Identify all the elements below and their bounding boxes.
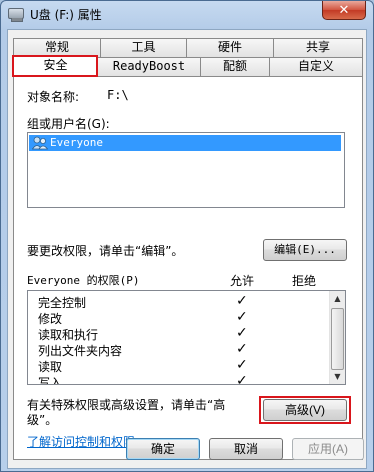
tab-general[interactable]: 常规 [13, 38, 101, 57]
window-title: U盘 (F:) 属性 [30, 8, 102, 22]
permission-name: 写入 [38, 376, 63, 385]
permission-row: 完全控制 [38, 294, 86, 311]
permission-name: 列出文件夹内容 [38, 344, 123, 358]
permission-name: 读取和执行 [38, 328, 99, 342]
tab-customize[interactable]: 自定义 [269, 57, 363, 76]
tab-security[interactable]: 安全 [13, 56, 98, 77]
close-button[interactable]: ✕ [322, 1, 366, 20]
scroll-thumb[interactable] [331, 308, 344, 370]
tab-readyboost[interactable]: ReadyBoost [97, 57, 201, 76]
allow-check-icon: ✓ [236, 309, 248, 325]
ok-button[interactable]: 确定 [126, 438, 200, 460]
security-panel: 对象名称: F:\ 组或用户名(G): Everyone 要更改权限，请单击“编… [13, 76, 363, 460]
tab-label: 常规 [44, 40, 69, 54]
properties-dialog: U盘 (F:) 属性 ✕ 常规 工具 硬件 共享 ReadyBoost 配额 自… [0, 0, 374, 472]
allow-check-icon: ✓ [236, 341, 248, 357]
edit-button[interactable]: 编辑(E)... [263, 239, 347, 261]
allow-check-icon: ✓ [236, 357, 248, 373]
tab-label: 自定义 [297, 59, 334, 73]
group-users-label: 组或用户名(G): [27, 117, 110, 131]
permission-row: 读取 [38, 358, 62, 375]
object-name-label: 对象名称: [27, 90, 80, 104]
permission-row: 修改 [38, 310, 62, 327]
cancel-button[interactable]: 取消 [209, 438, 283, 460]
tab-label: 工具 [131, 40, 156, 54]
permission-name: 修改 [38, 312, 63, 326]
tab-tools[interactable]: 工具 [100, 38, 187, 57]
tab-label: ReadyBoost [112, 59, 186, 73]
permission-row: 列出文件夹内容 [38, 342, 122, 359]
tab-label: 配额 [222, 59, 247, 73]
change-permissions-hint: 要更改权限，请单击“编辑”。 [27, 244, 184, 258]
object-name-value: F:\ [107, 88, 129, 102]
permission-name: 完全控制 [38, 296, 87, 310]
allow-check-icon: ✓ [236, 325, 248, 341]
permissions-list[interactable]: 完全控制 ✓ 修改 ✓ 读取和执行 ✓ 列出文件夹内容 ✓ 读取 ✓ 写入 ✓ … [27, 290, 346, 385]
scroll-up-arrow-icon[interactable]: ▲ [330, 291, 345, 306]
learn-access-control-link[interactable]: 了解访问控制和权限 [27, 433, 135, 450]
tab-label: 安全 [43, 58, 68, 72]
tab-quota[interactable]: 配额 [200, 57, 270, 76]
drive-icon [8, 8, 24, 22]
allow-column-header: 允许 [230, 274, 255, 288]
apply-button[interactable]: 应用(A) [292, 438, 364, 460]
tab-label: 硬件 [217, 40, 242, 54]
close-icon: ✕ [338, 2, 350, 18]
scroll-down-arrow-icon[interactable]: ▼ [330, 369, 345, 384]
permissions-header: Everyone 的权限(P) [27, 274, 140, 287]
special-permissions-hint-cont: 级”。 [27, 413, 58, 427]
allow-check-icon: ✓ [236, 373, 248, 385]
user-name: Everyone [50, 136, 103, 149]
advanced-button[interactable]: 高级(V) [263, 399, 347, 421]
users-icon [32, 136, 48, 150]
allow-check-icon: ✓ [236, 293, 248, 309]
permissions-scrollbar[interactable]: ▲ ▼ [329, 291, 345, 384]
tab-label: 共享 [305, 40, 330, 54]
dialog-client-area: 常规 工具 硬件 共享 ReadyBoost 配额 自定义 安全 对象名称: F… [7, 29, 367, 469]
tab-hardware[interactable]: 硬件 [186, 38, 274, 57]
permission-name: 读取 [38, 360, 63, 374]
title-bar[interactable]: U盘 (F:) 属性 ✕ [1, 1, 373, 29]
list-item[interactable]: Everyone [29, 135, 341, 151]
users-list[interactable]: Everyone [27, 132, 345, 208]
permission-row: 写入 [38, 374, 63, 385]
deny-column-header: 拒绝 [292, 274, 317, 288]
tab-sharing[interactable]: 共享 [273, 38, 363, 57]
permission-row: 读取和执行 [38, 326, 98, 343]
